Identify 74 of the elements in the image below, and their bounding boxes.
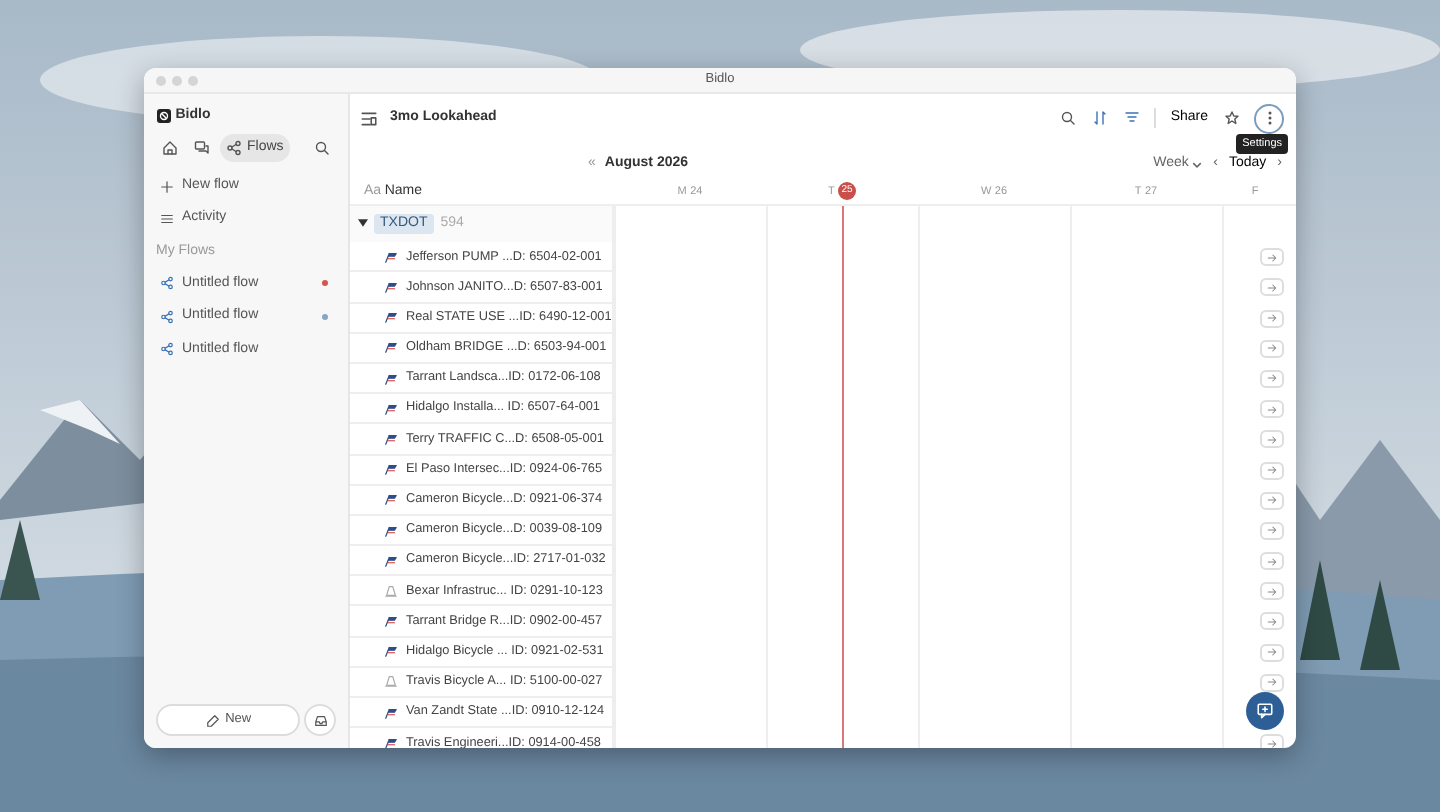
flag-icon [384, 644, 398, 659]
arrow-icon [1266, 615, 1278, 628]
open-row-button[interactable] [1260, 461, 1284, 480]
flow-icon [160, 342, 174, 357]
home-icon [162, 140, 178, 156]
open-row-button[interactable] [1260, 552, 1284, 571]
arrow-icon [1266, 555, 1278, 568]
cone-icon [384, 583, 398, 598]
inbox-button[interactable] [304, 704, 336, 736]
flag-icon [384, 401, 398, 416]
flow-icon [160, 309, 174, 324]
arrow-icon [1266, 585, 1278, 598]
flow-icon [160, 276, 174, 291]
open-row-button[interactable] [1260, 309, 1284, 328]
arrow-icon [1266, 464, 1278, 477]
arrow-icon [1266, 372, 1278, 385]
arrow-icon [1266, 494, 1278, 507]
open-row-button[interactable] [1260, 582, 1284, 601]
arrow-icon [1266, 433, 1278, 446]
filter-icon [1124, 110, 1141, 127]
search-icon [1060, 110, 1077, 127]
caret-icon [1192, 159, 1203, 170]
expand-icon[interactable] [357, 218, 367, 229]
logo-icon [156, 108, 172, 124]
flag-icon [384, 705, 398, 720]
arrow-icon [1266, 646, 1278, 659]
flag-icon [384, 462, 398, 477]
arrow-icon [1266, 342, 1278, 355]
table-icon [360, 109, 378, 128]
open-row-button[interactable] [1260, 278, 1284, 297]
arrow-icon [1266, 676, 1278, 689]
flag-icon [384, 431, 398, 446]
cone-icon [384, 674, 398, 689]
flag-icon [384, 523, 398, 538]
arrow-icon [1266, 251, 1278, 264]
flow-icon [225, 140, 241, 156]
open-row-button[interactable] [1260, 369, 1284, 388]
star-button[interactable] [1222, 108, 1242, 129]
flag-icon [384, 371, 398, 386]
flag-icon [384, 735, 398, 748]
open-row-button[interactable] [1260, 339, 1284, 358]
chat-icon [1256, 702, 1274, 720]
chat-button[interactable] [1246, 692, 1284, 730]
flag-icon [384, 492, 398, 507]
arrow-icon [1266, 403, 1278, 416]
open-row-button[interactable] [1260, 400, 1284, 419]
flag-icon [384, 280, 398, 295]
arrow-icon [1266, 312, 1278, 325]
open-row-button[interactable] [1260, 248, 1284, 267]
chat-icon [193, 140, 210, 156]
open-row-button[interactable] [1260, 734, 1284, 748]
open-row-button[interactable] [1260, 521, 1284, 540]
search-button[interactable] [1058, 108, 1079, 129]
open-row-button[interactable] [1260, 491, 1284, 510]
flag-icon [384, 310, 398, 325]
search-icon [314, 140, 330, 156]
plus-icon [160, 179, 174, 193]
open-row-button[interactable] [1260, 673, 1284, 692]
arrow-icon [1266, 281, 1278, 294]
flag-icon [384, 614, 398, 629]
sort-button[interactable] [1090, 108, 1111, 129]
flag-icon [384, 340, 398, 355]
open-row-button[interactable] [1260, 612, 1284, 631]
list-icon [160, 212, 174, 226]
open-row-button[interactable] [1260, 643, 1284, 662]
inbox-icon [313, 713, 327, 727]
star-icon [1224, 110, 1240, 127]
flag-icon [384, 553, 398, 568]
flag-icon [384, 249, 398, 264]
arrow-icon [1266, 524, 1278, 537]
sort-icon [1092, 110, 1109, 127]
arrow-icon [1266, 737, 1278, 748]
open-row-button[interactable] [1260, 430, 1284, 449]
edit-icon [205, 713, 220, 727]
